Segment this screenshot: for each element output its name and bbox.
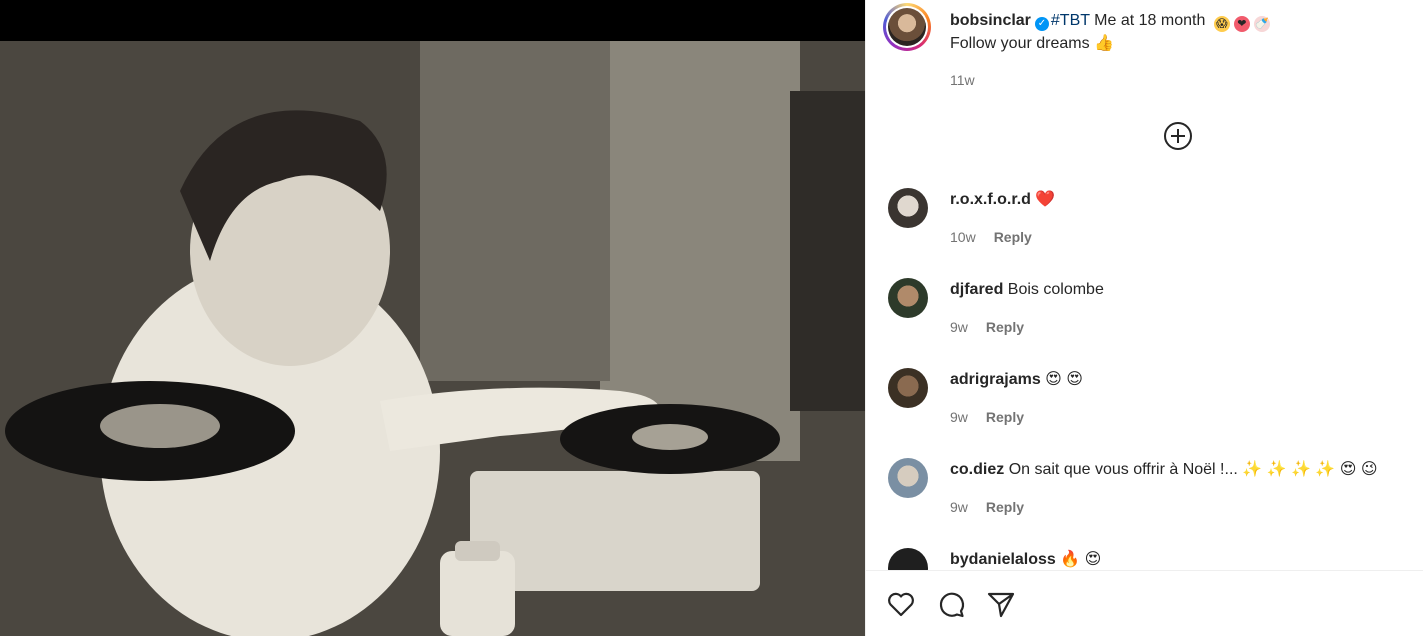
comment-emoji: 🔥 😍 [1060,551,1102,568]
paper-plane-icon[interactable] [986,589,1016,619]
verified-badge-icon: ✓ [1034,17,1049,31]
comment-text: Bois colombe [1007,281,1104,298]
reply-button[interactable]: Reply [994,229,1032,245]
author-username[interactable]: bobsinclar [950,12,1031,29]
caption-text: Me at 18 month [1089,12,1206,29]
comment-username[interactable]: adrigrajams [950,371,1041,388]
commenter-avatar[interactable] [888,458,928,498]
comment-username[interactable]: djfared [950,281,1003,298]
post-sidebar: bobsinclar ✓ #TBT Me at 18 month 😱 ❤ 🍼 Follo… [865,0,1423,637]
reply-button[interactable]: Reply [986,319,1024,335]
reply-button[interactable]: Reply [986,409,1024,425]
comment-item: r.o.x.f.o.r.d ❤️ 10w Reply [866,188,1423,268]
post-caption: bobsinclar ✓ #TBT Me at 18 month 😱 ❤ 🍼 Follo… [950,9,1400,55]
screaming-face-icon: 😱 [1213,16,1230,32]
commenter-avatar[interactable] [888,278,928,318]
photo-illustration [0,41,865,636]
comment-emoji: ❤️ [1035,191,1056,208]
comment-emoji: ✨ ✨ ✨ ✨ 😍 😉 [1242,461,1378,478]
comments-list[interactable]: r.o.x.f.o.r.d ❤️ 10w Reply djfared Bois c… [866,180,1423,570]
comment-time: 9w [950,409,968,425]
comment-username[interactable]: r.o.x.f.o.r.d [950,191,1031,208]
comment-item: adrigrajams 😍 😍 9w Reply [866,368,1423,448]
post-timestamp[interactable]: 11w [950,72,975,88]
action-bar [866,570,1423,637]
caption-line-2: Follow your dreams [950,35,1090,52]
author-avatar[interactable] [883,3,931,51]
comment-item: co.diez On sait que vous offrir à Noël !… [866,458,1423,538]
reply-button[interactable]: Reply [986,499,1024,515]
speech-bubble-icon[interactable] [936,589,966,619]
post-photo [0,41,865,636]
comment-item: djfared Bois colombe 9w Reply [866,278,1423,358]
comment-time: 9w [950,319,968,335]
thumbs-up-icon: 👍 [1094,35,1114,52]
heart-icon[interactable] [886,589,916,619]
post-media [0,0,865,636]
comment-time: 9w [950,499,968,515]
comment-emoji: 😍 😍 [1045,371,1083,388]
commenter-avatar[interactable] [888,368,928,408]
plus-circle-icon[interactable] [1163,121,1193,151]
heart-icon: ❤ [1233,16,1250,32]
commenter-avatar[interactable] [888,188,928,228]
comment-item: bydanielaloss 🔥 😍 [866,548,1423,570]
comment-username[interactable]: co.diez [950,461,1004,478]
baby-bottle-icon: 🍼 [1253,16,1270,32]
commenter-avatar[interactable] [888,548,928,570]
comment-username[interactable]: bydanielaloss [950,551,1056,568]
comment-time: 10w [950,229,976,245]
hashtag-link[interactable]: #TBT [1051,12,1090,29]
comment-text: On sait que vous offrir à Noël !... [1008,461,1238,478]
